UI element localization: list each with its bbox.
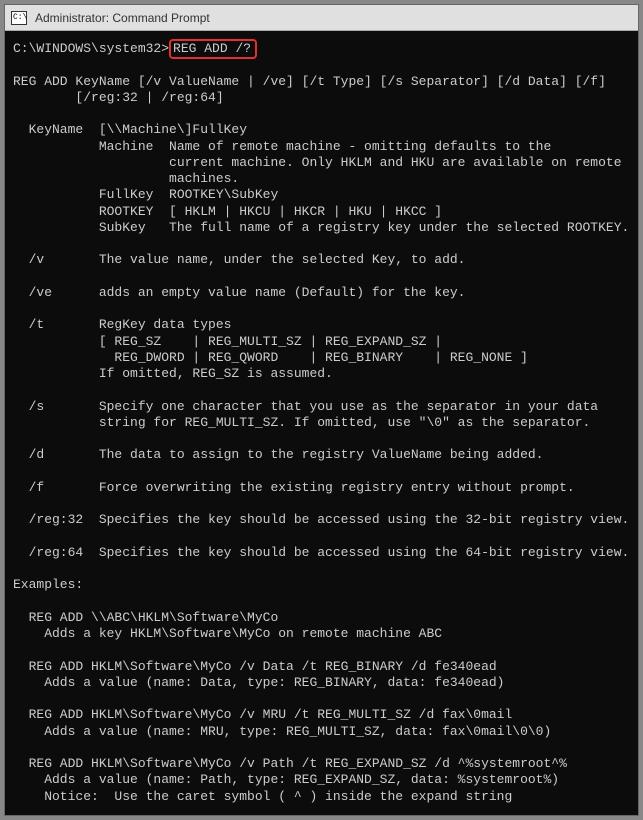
cmd-icon: C:\: [11, 11, 27, 25]
command-prompt-window: C:\ Administrator: Command Prompt C:\WIN…: [4, 4, 639, 816]
titlebar[interactable]: C:\ Administrator: Command Prompt: [5, 5, 638, 31]
command-highlight: REG ADD /?: [169, 39, 257, 59]
prompt-path: C:\WINDOWS\system32>: [13, 41, 169, 56]
output-body: REG ADD KeyName [/v ValueName | /ve] [/t…: [13, 74, 629, 804]
terminal-output[interactable]: C:\WINDOWS\system32>REG ADD /? REG ADD K…: [5, 31, 638, 815]
window-title: Administrator: Command Prompt: [35, 11, 210, 25]
